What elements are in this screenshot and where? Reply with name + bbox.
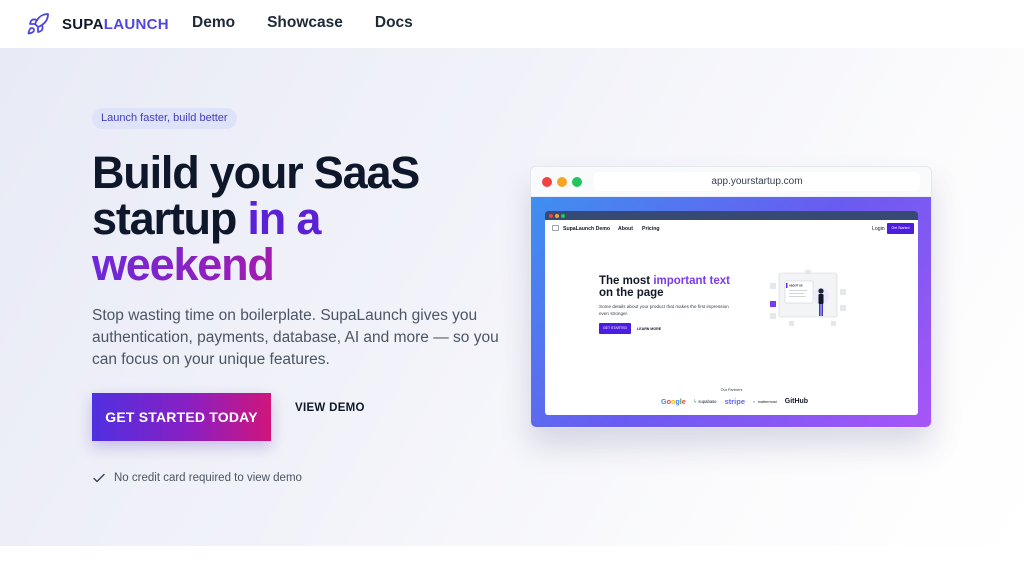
mattermost-mark-icon: ◐	[753, 399, 756, 404]
mockup-inner-titlebar	[545, 211, 918, 220]
mattermost-wordmark: mattermost	[757, 399, 777, 404]
mockup-brand: SupaLaunch Demo	[563, 226, 610, 232]
mattermost-logo: ◐ mattermost	[753, 399, 777, 404]
no-credit-card-note: No credit card required to view demo	[92, 471, 302, 485]
mockup-description: Some details about your product that mak…	[599, 304, 729, 316]
top-navigation: SUPALAUNCH Demo Showcase Docs	[0, 0, 1024, 48]
mini-minimize-dot	[555, 214, 559, 218]
github-logo: GitHub	[784, 398, 809, 405]
mini-maximize-dot	[561, 214, 565, 218]
headline-gradient-word: weekend	[92, 239, 275, 290]
mockup-headline-highlight: important text	[653, 275, 730, 287]
mockup-page-preview: SupaLaunch Demo About Pricing Login Get …	[545, 211, 918, 415]
mockup-logo-icon	[552, 225, 559, 231]
mockup-gradient-backdrop: SupaLaunch Demo About Pricing Login Get …	[531, 197, 931, 427]
partners-logos: Google ϟ supabase stripe ◐ mattermost GitH…	[661, 397, 808, 406]
get-started-button[interactable]: GET STARTED TODAY	[92, 393, 271, 441]
mockup-learn-more-link: LEARN MORE	[637, 327, 662, 331]
supabase-bolt-icon: ϟ	[693, 398, 697, 405]
mockup-get-started-button: GET STARTED	[599, 323, 631, 334]
page-below-hero	[0, 546, 1024, 576]
brand-name: SUPALAUNCH	[62, 16, 169, 33]
view-demo-link[interactable]: VIEW DEMO	[295, 402, 365, 414]
browser-toolbar: app.yourstartup.com	[531, 167, 931, 197]
google-logo: Google	[661, 397, 686, 406]
browser-url-bar: app.yourstartup.com	[594, 172, 920, 191]
illustration-about-us-text: ABOUT US	[789, 284, 803, 288]
partners-label: Our Partners	[720, 388, 743, 392]
nav-link-showcase[interactable]: Showcase	[267, 14, 343, 32]
window-minimize-dot	[557, 177, 567, 187]
nav-link-docs[interactable]: Docs	[375, 14, 413, 32]
hero-subtext: Stop wasting time on boilerplate. SupaLa…	[92, 307, 499, 368]
brand-name-part2: LAUNCH	[103, 15, 169, 33]
about-us-illustration: ABOUT US	[770, 270, 846, 326]
hero-headline: Build your SaaS startup in a weekend	[92, 150, 512, 288]
rocket-icon	[27, 13, 49, 35]
mockup-nav-cta: Get Started	[887, 223, 914, 234]
mockup-nav-login: Login	[872, 226, 885, 232]
google-letter-6: e	[681, 397, 686, 406]
nav-link-demo[interactable]: Demo	[192, 14, 235, 32]
check-icon	[93, 473, 105, 483]
mockup-headline-part2: on the page	[599, 287, 664, 299]
mockup-headline: The most important text on the page	[599, 275, 749, 299]
brand-name-part1: SUPA	[62, 15, 104, 33]
window-close-dot	[542, 177, 552, 187]
note-text: No credit card required to view demo	[114, 472, 302, 484]
supabase-logo: ϟ supabase	[694, 399, 717, 405]
mockup-headline-part1: The most	[599, 275, 654, 287]
main-nav-links: Demo Showcase Docs	[192, 14, 413, 32]
hero-badge: Launch faster, build better	[92, 108, 237, 129]
stripe-logo: stripe	[724, 397, 746, 406]
brand-logo-link[interactable]: SUPALAUNCH	[26, 12, 169, 36]
mockup-nav-pricing: Pricing	[642, 226, 660, 232]
mini-close-dot	[549, 214, 553, 218]
headline-accent: in a	[247, 193, 321, 244]
mockup-nav: SupaLaunch Demo About Pricing Login Get …	[545, 220, 918, 238]
supabase-wordmark: supabase	[698, 399, 717, 404]
mockup-nav-about: About	[618, 226, 633, 232]
browser-mockup: app.yourstartup.com SupaLaunch Demo Abou…	[530, 166, 932, 428]
window-maximize-dot	[572, 177, 582, 187]
